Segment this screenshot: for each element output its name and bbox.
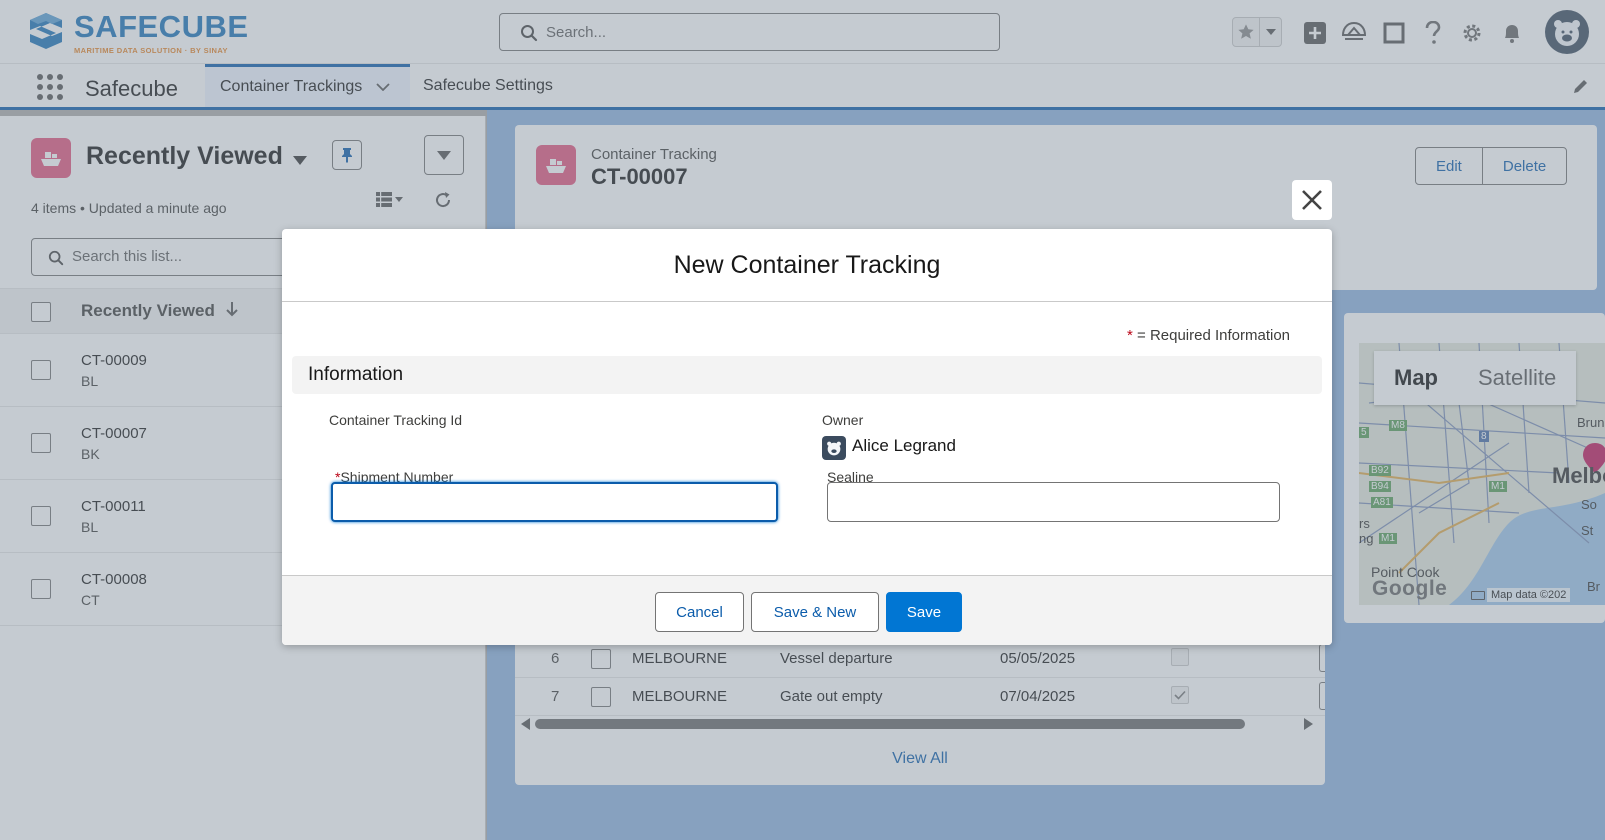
section-title: Information <box>308 364 404 385</box>
close-icon <box>1302 190 1322 210</box>
required-info-legend: * = Required Information <box>1127 327 1290 344</box>
sealine-input[interactable] <box>827 482 1280 522</box>
shipment-number-input[interactable] <box>331 482 778 522</box>
user-avatar-icon <box>827 441 841 456</box>
cancel-button[interactable]: Cancel <box>655 592 744 632</box>
information-section-header[interactable]: Information <box>292 356 1322 394</box>
close-modal-button[interactable] <box>1292 180 1332 220</box>
required-star: * <box>1127 327 1133 344</box>
owner-avatar <box>822 436 846 460</box>
save-and-new-button[interactable]: Save & New <box>751 592 879 632</box>
save-button[interactable]: Save <box>886 592 962 632</box>
modal-footer: Cancel Save & New Save <box>282 575 1332 645</box>
owner-label: Owner <box>822 412 864 428</box>
required-legend-text: = Required Information <box>1137 327 1291 344</box>
new-record-modal: New Container Tracking * = Required Info… <box>282 229 1332 645</box>
modal-title: New Container Tracking <box>673 251 941 279</box>
modal-header: New Container Tracking <box>282 229 1332 302</box>
owner-name[interactable]: Alice Legrand <box>852 436 956 456</box>
container-tracking-id-label: Container Tracking Id <box>329 412 463 428</box>
